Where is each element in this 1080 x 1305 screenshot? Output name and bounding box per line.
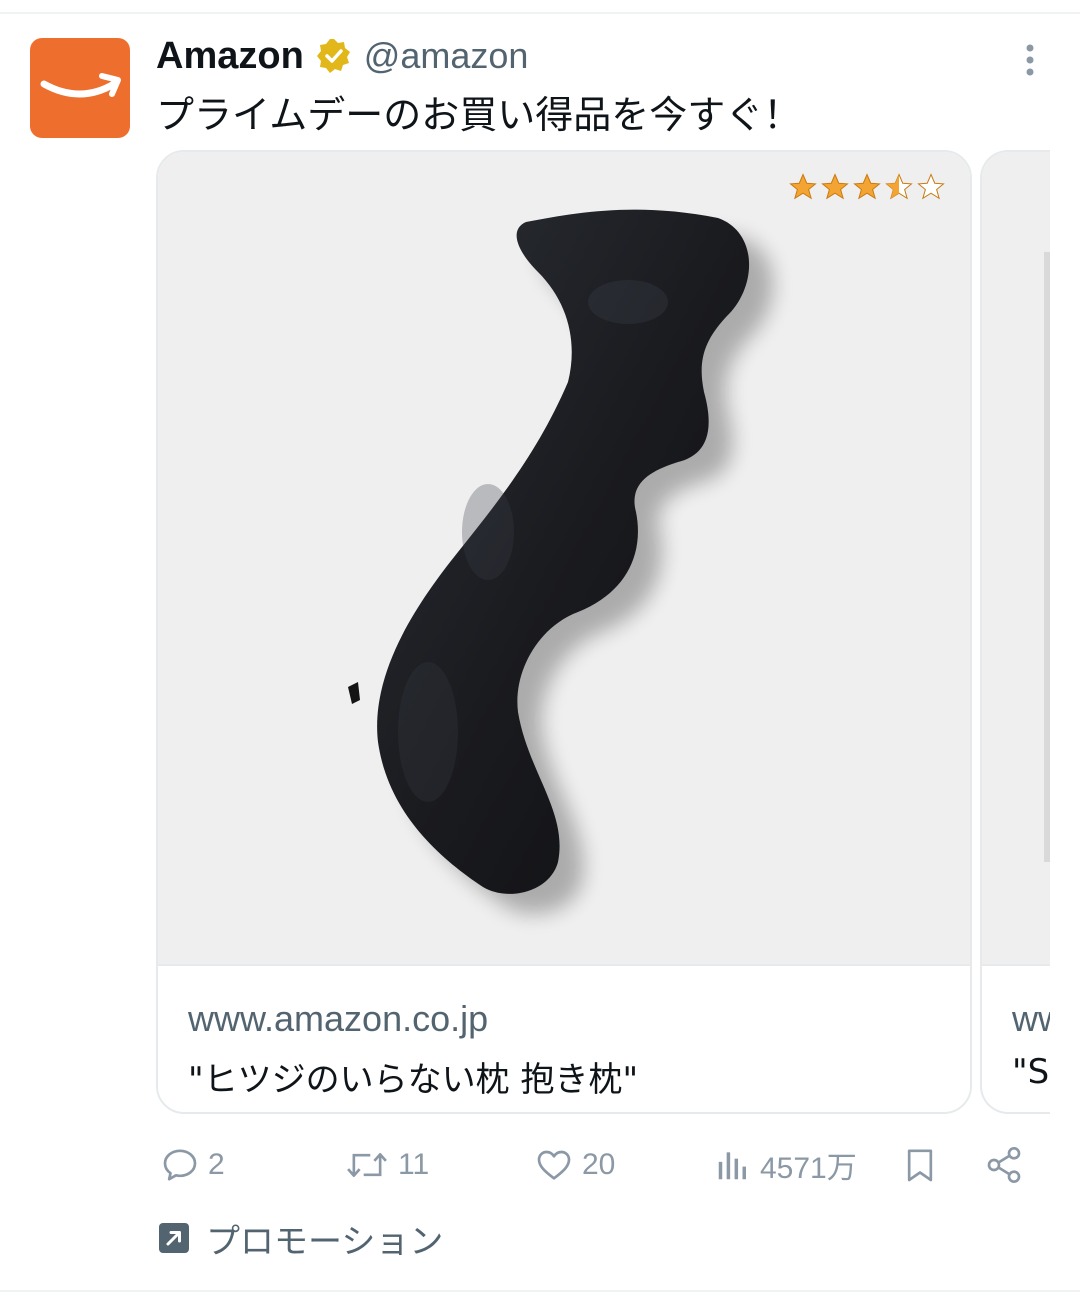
bottom-divider — [0, 1290, 1080, 1292]
reply-button[interactable]: 2 — [160, 1140, 225, 1190]
card-domain: www.amazon.co.jp — [188, 998, 489, 1039]
star-icon — [789, 173, 817, 200]
share-icon — [987, 1147, 1021, 1183]
handle[interactable]: @amazon — [364, 35, 529, 77]
share-button[interactable] — [984, 1140, 1024, 1190]
star-icon — [821, 173, 849, 200]
star-empty-icon — [917, 173, 945, 200]
tweet-header: Amazon @amazon — [156, 32, 528, 80]
tweet-text: プライムデーのお買い得品を今すぐ！ — [156, 93, 802, 137]
repost-button[interactable]: 11 — [344, 1140, 429, 1190]
repost-icon — [347, 1153, 387, 1177]
card-info[interactable]: www.amazon.co.jp "ヒツジのいらない枕 抱き枕" — [158, 964, 970, 1112]
rating-stars — [788, 172, 946, 202]
like-count: 20 — [582, 1148, 616, 1181]
like-button[interactable]: 20 — [534, 1140, 615, 1190]
views-button[interactable]: 4571万 — [714, 1140, 857, 1190]
views-icon — [718, 1152, 746, 1180]
promoted-text: プロモーション — [206, 1221, 444, 1262]
display-name[interactable]: Amazon — [156, 35, 304, 78]
next-card-title: "S — [1012, 1052, 1050, 1092]
star-icon — [853, 173, 881, 200]
verified-badge-icon — [316, 39, 350, 73]
avatar[interactable] — [30, 38, 130, 138]
bookmark-button[interactable] — [900, 1140, 940, 1190]
body-pillow-image — [348, 209, 774, 914]
more-icon[interactable] — [1010, 40, 1050, 80]
product-card[interactable]: www.amazon.co.jp "ヒツジのいらない枕 抱き枕" — [156, 150, 972, 1114]
carousel-edge — [1050, 150, 1080, 1114]
product-image[interactable] — [158, 152, 970, 964]
promoted-icon — [159, 1223, 189, 1253]
amazon-logo-icon — [40, 73, 121, 98]
card-title: "ヒツジのいらない枕 抱き枕" — [188, 1060, 639, 1100]
reply-count: 2 — [208, 1148, 225, 1181]
top-divider — [0, 12, 1080, 14]
promoted-label: プロモーション — [158, 1216, 444, 1262]
views-count: 4571万 — [760, 1152, 857, 1185]
repost-count: 11 — [398, 1148, 430, 1181]
star-half-icon — [885, 173, 913, 200]
action-bar: 2 11 20 4571万 — [156, 1140, 1036, 1190]
reply-icon — [163, 1149, 197, 1181]
bookmark-icon — [907, 1149, 933, 1182]
like-icon — [537, 1150, 571, 1180]
